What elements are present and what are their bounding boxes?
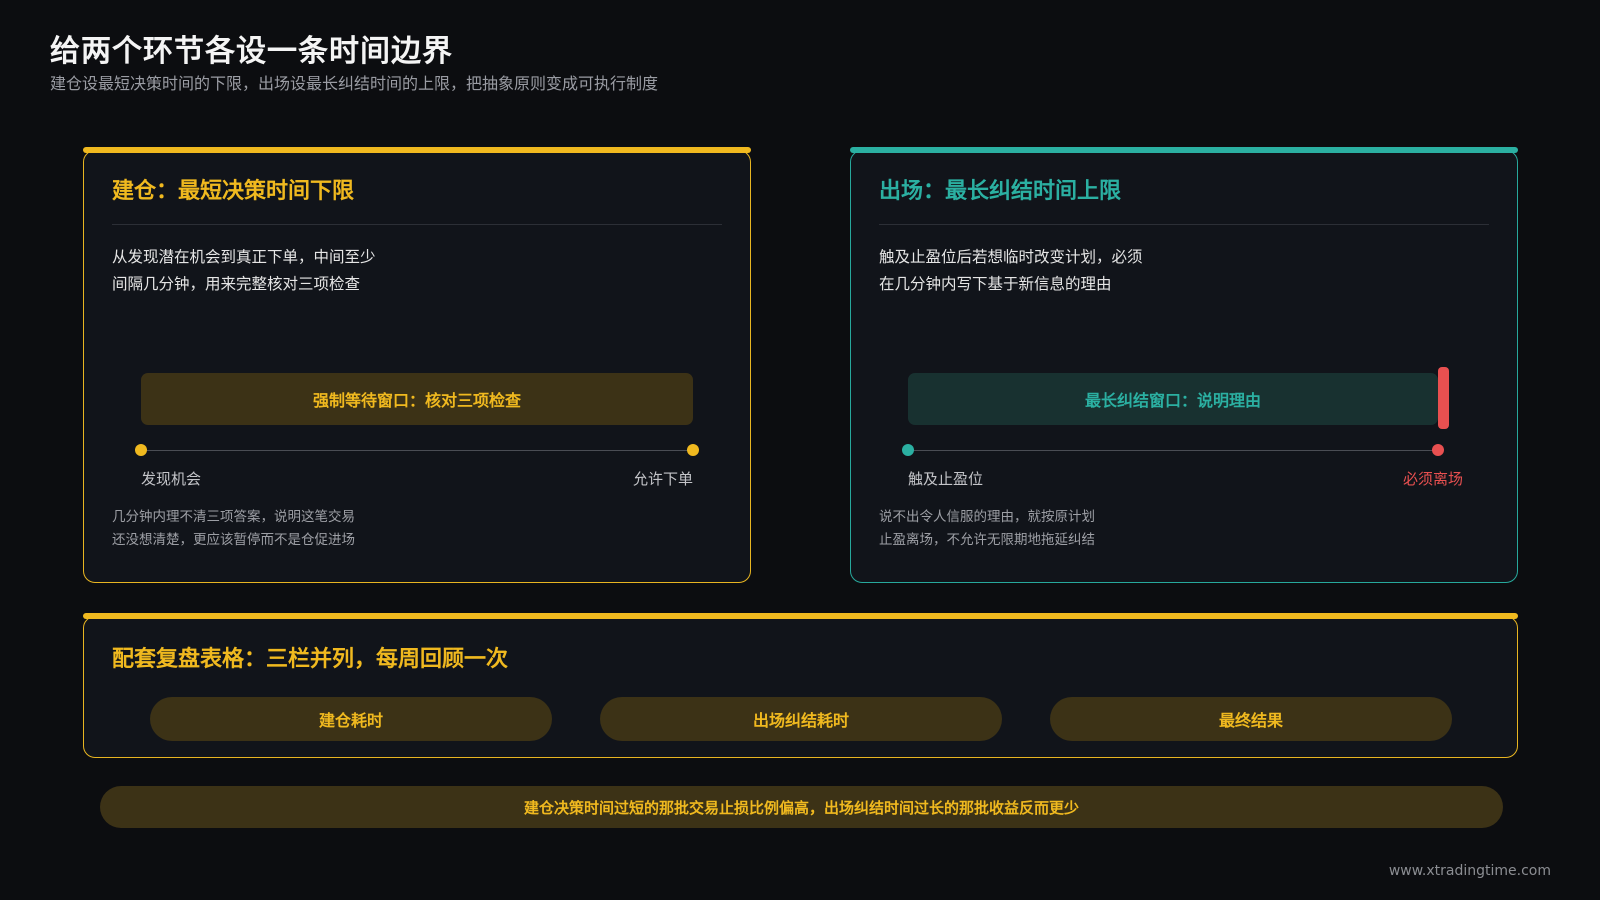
review-column-entry-time: 建仓耗时 xyxy=(150,697,552,741)
review-accent-bar xyxy=(83,613,1518,619)
entry-start-dot xyxy=(135,444,147,456)
entry-card-body-line: 从发现潜在机会到真正下单，中间至少 xyxy=(112,248,376,266)
exit-end-dot xyxy=(1432,444,1444,456)
exit-deadline-marker xyxy=(1438,367,1449,429)
exit-start-dot xyxy=(902,444,914,456)
review-table-panel: 配套复盘表格：三栏并列，每周回顾一次 建仓耗时 出场纠结耗时 最终结果 xyxy=(83,613,1518,758)
exit-card-note-line: 止盈离场，不允许无限期地拖延纠结 xyxy=(879,532,1095,548)
entry-wait-window: 强制等待窗口：核对三项检查 xyxy=(141,373,693,425)
exit-card-divider xyxy=(879,224,1489,225)
entry-start-label: 发现机会 xyxy=(141,470,202,488)
entry-end-dot xyxy=(687,444,699,456)
entry-card-note-line: 还没想清楚，更应该暂停而不是仓促进场 xyxy=(112,532,355,548)
entry-card-title: 建仓：最短决策时间下限 xyxy=(112,179,355,204)
exit-card-note-line: 说不出令人信服的理由，就按原计划 xyxy=(879,509,1095,525)
entry-card-divider xyxy=(112,224,722,225)
exit-start-label: 触及止盈位 xyxy=(908,470,984,488)
review-column-final-result: 最终结果 xyxy=(1050,697,1452,741)
entry-card-body: 从发现潜在机会到真正下单，中间至少 间隔几分钟，用来完整核对三项检查 xyxy=(112,244,432,298)
entry-card: 建仓：最短决策时间下限 从发现潜在机会到真正下单，中间至少 间隔几分钟，用来完整… xyxy=(83,147,751,583)
entry-end-label: 允许下单 xyxy=(632,470,693,488)
page-subtitle: 建仓设最短决策时间的下限，出场设最长纠结时间的上限，把抽象原则变成可执行制度 xyxy=(50,74,659,93)
exit-card-note: 说不出令人信服的理由，就按原计划 止盈离场，不允许无限期地拖延纠结 xyxy=(879,506,1199,552)
page-title: 给两个环节各设一条时间边界 xyxy=(50,34,453,69)
entry-card-body-line: 间隔几分钟，用来完整核对三项检查 xyxy=(112,275,361,293)
exit-card-body: 触及止盈位后若想临时改变计划，必须 在几分钟内写下基于新信息的理由 xyxy=(879,244,1199,298)
exit-card-accent-bar xyxy=(850,147,1518,153)
review-column-exit-time: 出场纠结耗时 xyxy=(600,697,1002,741)
exit-timeline xyxy=(908,450,1438,451)
exit-deliberation-window: 最长纠结窗口：说明理由 xyxy=(908,373,1438,425)
exit-card: 出场：最长纠结时间上限 触及止盈位后若想临时改变计划，必须 在几分钟内写下基于新… xyxy=(850,147,1518,583)
review-title: 配套复盘表格：三栏并列，每周回顾一次 xyxy=(112,647,509,672)
exit-card-title: 出场：最长纠结时间上限 xyxy=(879,179,1122,204)
entry-card-note: 几分钟内理不清三项答案，说明这笔交易 还没想清楚，更应该暂停而不是仓促进场 xyxy=(112,506,432,552)
site-watermark: www.xtradingtime.com xyxy=(1388,863,1551,879)
conclusion-banner: 建仓决策时间过短的那批交易止损比例偏高，出场纠结时间过长的那批收益反而更少 xyxy=(100,786,1503,828)
entry-card-note-line: 几分钟内理不清三项答案，说明这笔交易 xyxy=(112,509,355,525)
exit-card-body-line: 在几分钟内写下基于新信息的理由 xyxy=(879,275,1112,293)
entry-card-accent-bar xyxy=(83,147,751,153)
exit-end-label: 必须离场 xyxy=(1403,470,1464,488)
entry-timeline xyxy=(141,450,693,451)
exit-card-body-line: 触及止盈位后若想临时改变计划，必须 xyxy=(879,248,1143,266)
